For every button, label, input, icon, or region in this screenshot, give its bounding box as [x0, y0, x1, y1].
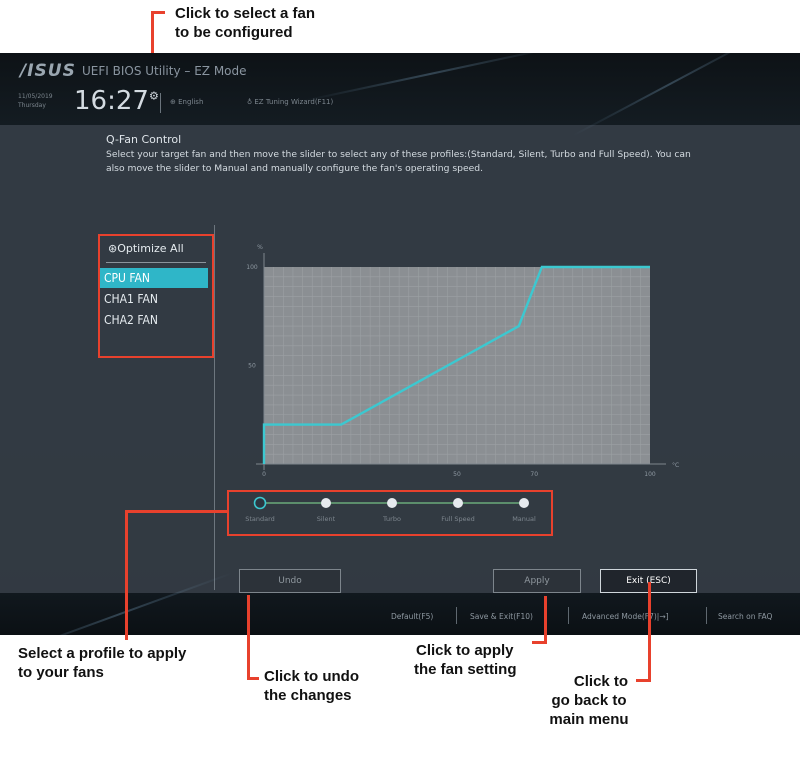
profile-label[interactable]: Standard [245, 515, 275, 523]
bulb-icon: ♁ [247, 98, 253, 106]
x-tick-label: 0 [262, 471, 266, 478]
callout-line: the changes [264, 687, 352, 704]
profile-knob[interactable] [453, 498, 463, 508]
language-selector[interactable]: ⊕ English [170, 98, 203, 106]
separator-line [160, 93, 161, 113]
x-tick-label: 70 [530, 471, 538, 478]
callout-line: Click to select a fan [175, 5, 316, 22]
asus-logo: /ISUS [20, 61, 76, 81]
qfan-panel: Q-Fan Control Select your target fan and… [0, 125, 800, 593]
fan-icon: ⊛ [108, 242, 118, 255]
date-text: 11/05/2019 [18, 93, 53, 100]
y-tick-label: 100 [246, 264, 258, 271]
profile-knob-selected[interactable] [253, 496, 267, 510]
x-tick-label: 100 [644, 471, 656, 478]
callout-pointer [532, 641, 547, 644]
x-axis-label: °C [672, 462, 679, 469]
save-exit-button[interactable]: Save & Exit(F10) [470, 612, 533, 621]
section-title: Q-Fan Control [106, 133, 182, 146]
fan-item-cpu[interactable]: CPU FAN [100, 268, 208, 288]
callout-line: Click to [573, 673, 629, 690]
profile-slider[interactable]: Standard Silent Turbo Full Speed Manual [224, 487, 554, 537]
clock-time: 16:27 [74, 86, 149, 116]
gear-icon[interactable]: ⚙ [149, 89, 159, 102]
profile-knob[interactable] [321, 498, 331, 508]
advanced-mode-button[interactable]: Advanced Mode(F7)|→] [582, 612, 669, 621]
default-button[interactable]: Default(F5) [391, 612, 433, 621]
callout-pointer [648, 582, 651, 682]
callout-apply: Click to apply the fan setting [414, 641, 517, 679]
profile-label[interactable]: Turbo [382, 515, 401, 523]
profile-label[interactable]: Manual [512, 515, 536, 523]
callout-pointer [125, 510, 128, 640]
callout-pointer [125, 510, 227, 513]
callout-line: to be configured [175, 24, 293, 41]
bios-title: UEFI BIOS Utility – EZ Mode [82, 64, 247, 78]
separator [706, 607, 707, 624]
language-label: English [178, 98, 204, 106]
weekday-text: Thursday [18, 102, 46, 109]
callout-pointer [544, 596, 547, 644]
undo-button[interactable]: Undo [239, 569, 341, 593]
panel-divider [214, 225, 215, 590]
fan-curve-chart: % °C 100 50 0 50 70 100 [246, 244, 679, 478]
globe-icon: ⊕ [170, 98, 176, 106]
clock-text: 16:27⚙ [74, 86, 159, 116]
wizard-label: EZ Tuning Wizard(F11) [254, 98, 334, 106]
search-faq-button[interactable]: Search on FAQ [718, 612, 772, 621]
profile-knob[interactable] [519, 498, 529, 508]
callout-pointer [247, 595, 250, 680]
callout-line: Click to undo [264, 668, 359, 685]
callout-back: Click to go back to main menu [546, 672, 632, 729]
callout-select-fan: Click to select a fan to be configured [175, 4, 315, 42]
profile-knob[interactable] [387, 498, 397, 508]
separator [456, 607, 457, 624]
fan-selector-box: ⊛Optimize All CPU FAN CHA1 FAN CHA2 FAN [98, 234, 214, 358]
profile-label[interactable]: Full Speed [441, 515, 475, 523]
x-tick-label: 50 [453, 471, 461, 478]
callout-pointer [636, 679, 651, 682]
apply-button[interactable]: Apply [493, 569, 581, 593]
callout-pointer [247, 677, 259, 680]
optimize-all-button[interactable]: ⊛Optimize All [108, 242, 184, 255]
callout-select-profile: Select a profile to apply to your fans [18, 644, 186, 682]
callout-line: Click to apply [416, 642, 514, 659]
callout-undo: Click to undo the changes [264, 667, 359, 705]
callout-line: the fan setting [414, 661, 517, 678]
separator [568, 607, 569, 624]
section-description: Select your target fan and then move the… [106, 149, 691, 174]
callout-line: main menu [549, 711, 629, 728]
divider [106, 262, 206, 263]
optimize-all-label: Optimize All [117, 242, 184, 255]
bios-screen: /ISUS UEFI BIOS Utility – EZ Mode 11/05/… [0, 53, 800, 635]
callout-line: to your fans [18, 664, 104, 681]
fan-item-cha2[interactable]: CHA2 FAN [100, 310, 208, 330]
callout-line: Select a profile to apply [18, 645, 187, 662]
y-axis-label: % [257, 244, 263, 251]
profile-label[interactable]: Silent [317, 515, 336, 523]
ez-tuning-wizard[interactable]: ♁ EZ Tuning Wizard(F11) [247, 98, 333, 106]
callout-line: go back to [551, 692, 627, 709]
top-bar: /ISUS UEFI BIOS Utility – EZ Mode 11/05/… [0, 53, 800, 125]
fan-item-cha1[interactable]: CHA1 FAN [100, 289, 208, 309]
callout-pointer [151, 11, 165, 14]
y-tick-label: 50 [248, 363, 256, 370]
